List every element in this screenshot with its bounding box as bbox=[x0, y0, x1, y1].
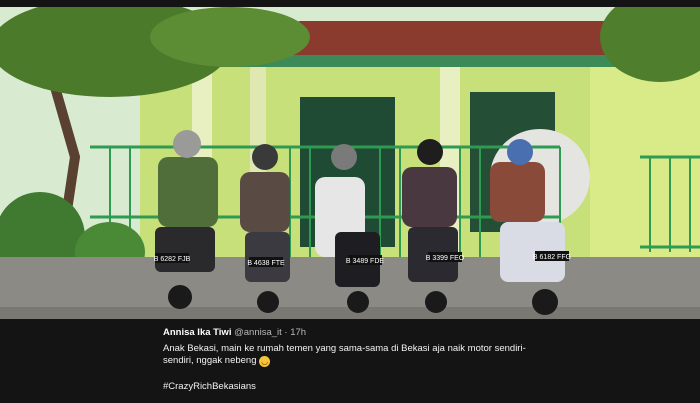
plate-4: B 3399 FEO bbox=[426, 255, 465, 262]
side-wall bbox=[590, 67, 700, 257]
tweet-content: Annisa Ika Tiwi @annisa_it · 17h Anak Be… bbox=[163, 327, 543, 393]
tree-canopy-2 bbox=[150, 7, 310, 67]
plate-5: B 6182 FFG bbox=[533, 254, 571, 261]
tweet-header: Annisa Ika Tiwi @annisa_it · 17h bbox=[163, 327, 543, 340]
tweet-text: Anak Bekasi, main ke rumah temen yang sa… bbox=[163, 342, 526, 367]
tweet-panel: Annisa Ika Tiwi @annisa_it · 17h Anak Be… bbox=[0, 319, 700, 403]
author-name[interactable]: Annisa Ika Tiwi bbox=[163, 327, 231, 338]
hashtag-link[interactable]: #CrazyRichBekasians bbox=[163, 381, 543, 394]
plate-1: B 6282 FJB bbox=[154, 256, 191, 263]
plate-3: B 3489 FDE bbox=[346, 258, 384, 265]
tweet-body: Anak Bekasi, main ke rumah temen yang sa… bbox=[163, 343, 543, 394]
tweet-separator: · bbox=[284, 327, 288, 338]
upside-down-face-icon: ◡ bbox=[259, 356, 271, 367]
plate-2: B 4638 FTE bbox=[247, 260, 285, 267]
tweet-photo[interactable]: B 6282 FJB B 4638 FTE B 3489 FDE B 3399 … bbox=[0, 7, 700, 319]
tweet-timestamp[interactable]: 17h bbox=[290, 327, 306, 338]
author-handle[interactable]: @annisa_it bbox=[234, 327, 282, 338]
